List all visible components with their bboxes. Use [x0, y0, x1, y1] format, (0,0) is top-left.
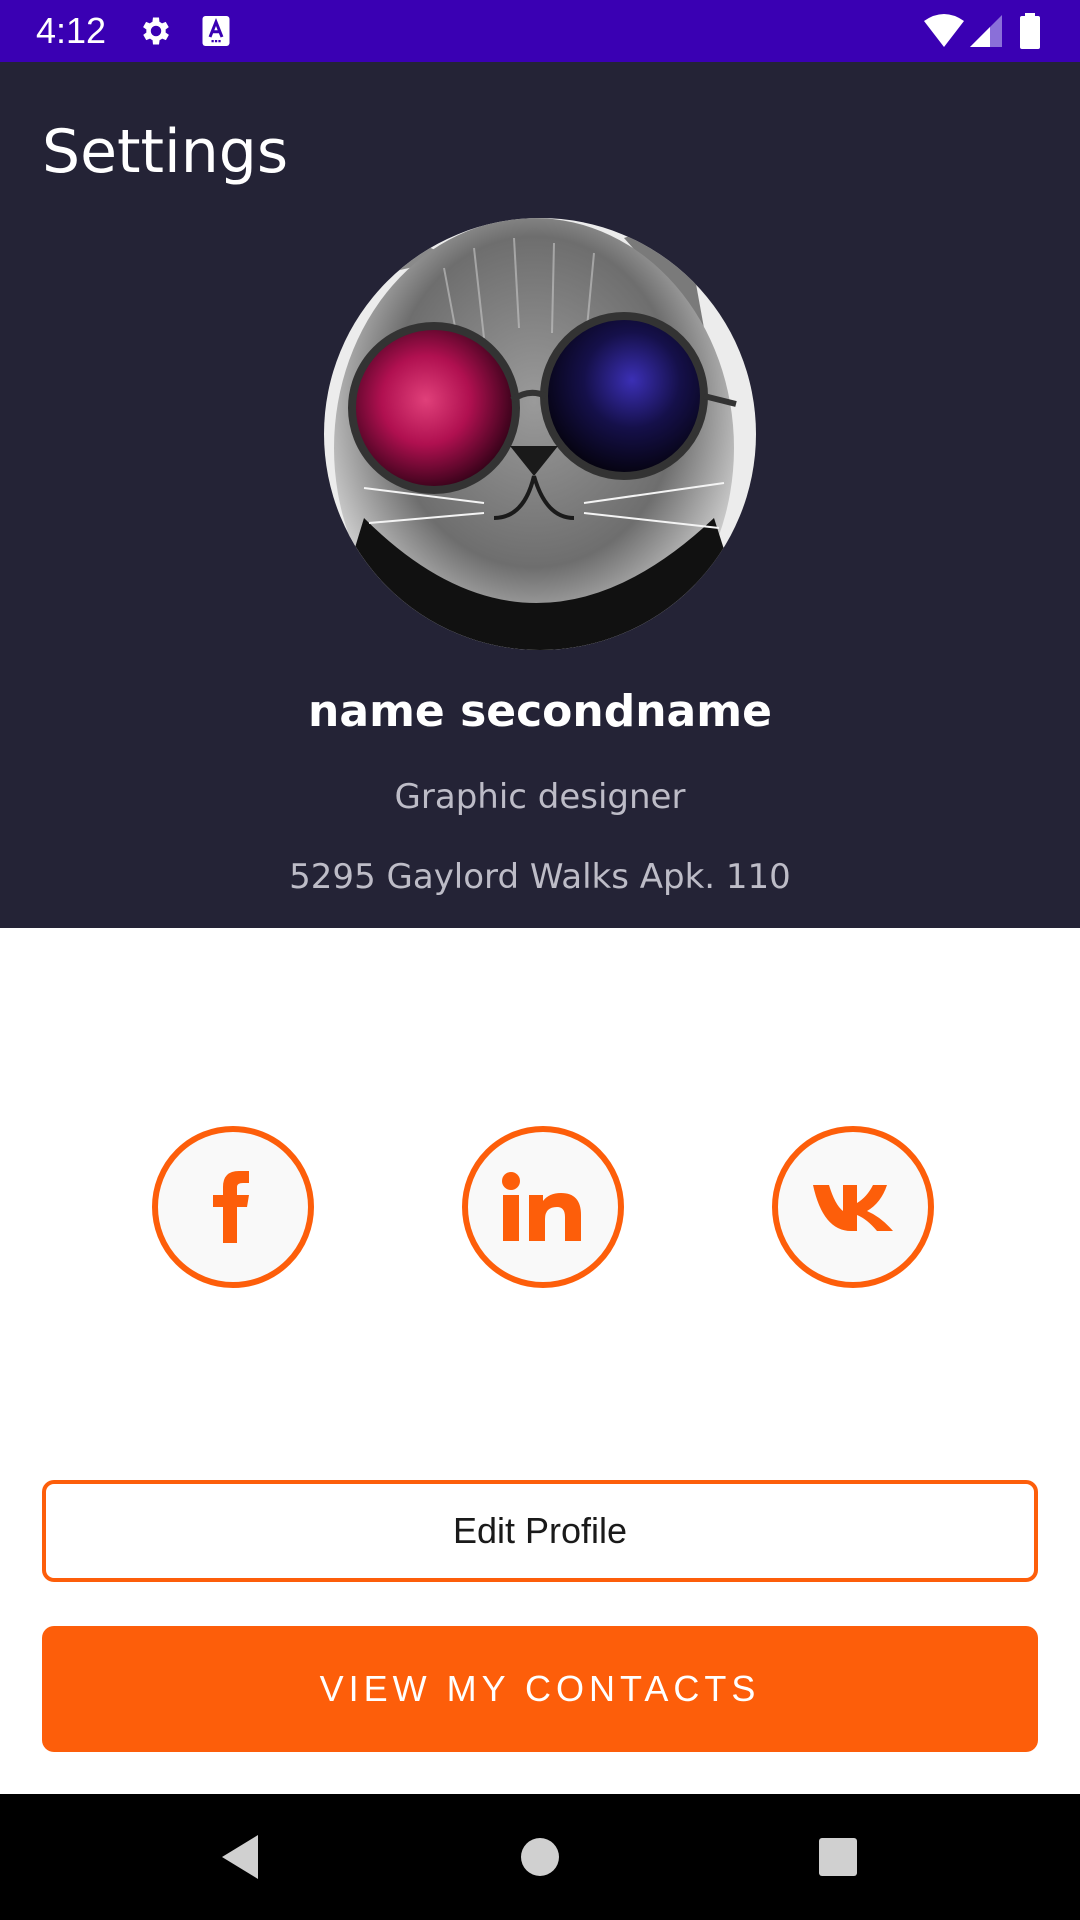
- settings-screen: 4:12 Settings name secondname Graphic de…: [0, 0, 1080, 1920]
- back-icon[interactable]: [210, 1827, 270, 1887]
- vk-icon: [811, 1181, 895, 1233]
- status-bar: 4:12: [0, 0, 1080, 62]
- profile-address: 5295 Gaylord Walks Apk. 110: [289, 857, 791, 897]
- status-time: 4:12: [36, 10, 107, 51]
- facebook-icon: [203, 1167, 263, 1247]
- view-contacts-button[interactable]: VIEW MY CONTACTS: [42, 1626, 1038, 1752]
- edit-profile-button[interactable]: Edit Profile: [42, 1480, 1038, 1582]
- vk-button[interactable]: [772, 1126, 934, 1288]
- linkedin-icon: [501, 1171, 585, 1243]
- battery-icon: [1018, 13, 1042, 49]
- cell-signal-icon: [968, 13, 1004, 49]
- page-title: Settings: [42, 117, 289, 187]
- profile-role: Graphic designer: [394, 777, 686, 817]
- avatar[interactable]: [324, 218, 756, 650]
- navigation-bar: [0, 1794, 1080, 1920]
- linkedin-button[interactable]: [462, 1126, 624, 1288]
- profile-header: Settings name secondname Graphic designe…: [0, 62, 1080, 928]
- recents-icon[interactable]: [808, 1827, 868, 1887]
- profile-name: name secondname: [308, 686, 772, 737]
- facebook-button[interactable]: [152, 1126, 314, 1288]
- home-icon[interactable]: [510, 1827, 570, 1887]
- text-a-icon: [198, 13, 234, 49]
- gear-icon: [138, 13, 174, 49]
- wifi-icon: [922, 13, 966, 49]
